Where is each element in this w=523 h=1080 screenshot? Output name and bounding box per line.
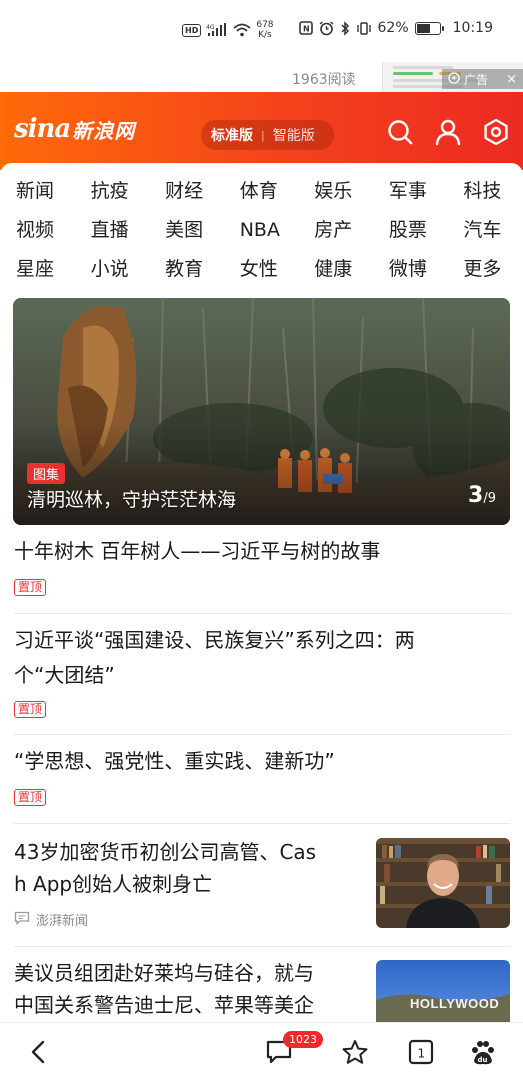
source-name: 澎湃新闻: [36, 914, 89, 929]
gallery-tag: 图集: [27, 463, 66, 484]
nfc-icon: N: [298, 21, 313, 35]
logo-chinese: 新浪网: [72, 118, 136, 143]
info-icon: [448, 71, 460, 87]
news-item-title-line2[interactable]: 中国关系警告迪士尼、苹果等美企: [14, 989, 314, 1021]
news-thumbnail-hollywood[interactable]: HOLLYWOOD: [376, 960, 510, 1022]
battery-percent: 62%: [377, 20, 409, 36]
category-nav: 新闻 抗疫 财经 体育 娱乐 军事 科技视频 直播 美图 NBA 房产 股票 汽车星座 小说 教育 女性 健康微…: [0, 163, 523, 293]
category-item[interactable]: NBA: [228, 217, 299, 243]
bottom-nav: 1023 1 du: [0, 1022, 523, 1080]
nfc-letter: N: [303, 25, 310, 34]
settings-icon[interactable]: [482, 118, 510, 146]
user-icon[interactable]: [434, 118, 462, 146]
hd-badge: HD: [182, 23, 202, 37]
category-item[interactable]: 新闻: [16, 178, 87, 204]
divider: [14, 823, 510, 824]
category-item[interactable]: 星座: [16, 256, 87, 282]
news-item-title-line2[interactable]: 个“大团结”: [14, 659, 115, 691]
ad-badge[interactable]: 广告 ×: [442, 69, 523, 89]
logo-latin: sina: [14, 114, 71, 144]
tab-count: 1: [418, 1047, 426, 1061]
divider: [14, 734, 510, 735]
battery-level-fill: [416, 23, 430, 33]
svg-text:4G: 4G: [206, 24, 215, 31]
category-item[interactable]: 军事: [369, 178, 440, 204]
ad-close-icon[interactable]: ×: [506, 72, 517, 87]
category-item[interactable]: 财经: [157, 178, 228, 204]
read-count: 1963阅读: [292, 72, 356, 88]
vibrate-icon: [356, 21, 372, 36]
comment-small-icon: [14, 911, 30, 929]
svg-text:du: du: [478, 1056, 488, 1064]
version-smart-option[interactable]: 智能版: [273, 125, 315, 145]
wifi-icon: [233, 23, 251, 37]
speed-value: 678: [256, 20, 274, 30]
category-grid: 新闻 抗疫 财经 体育 娱乐 军事 科技视频 直播 美图 NBA 房产 股票 汽车星座 小说 教育 女性 健康微…: [16, 178, 510, 282]
status-right-group: N 62% 10:19: [298, 20, 493, 36]
divider: [14, 946, 510, 947]
back-icon[interactable]: [28, 1039, 50, 1069]
news-source: 澎湃新闻: [14, 910, 88, 929]
category-item[interactable]: 女性: [228, 256, 299, 282]
news-item-title-line1[interactable]: 43岁加密货币初创公司高管、Cas: [14, 836, 316, 868]
hero-caption: 清明巡林，守护茫茫林海: [27, 489, 237, 511]
category-item[interactable]: 体育: [228, 178, 299, 204]
pinned-badge: 置顶: [14, 789, 47, 806]
search-icon[interactable]: [386, 118, 414, 146]
status-bar: HD 4G 4G 678 K/s N: [0, 0, 523, 62]
category-item[interactable]: 小说: [87, 256, 158, 282]
paw-icon[interactable]: du: [469, 1039, 497, 1071]
news-item-title-line1[interactable]: 美议员组团赴好莱坞与硅谷，就与: [14, 957, 314, 989]
tabs-icon[interactable]: 1: [407, 1039, 435, 1069]
app-header: sina 新浪网 标准版 | 智能版: [0, 92, 523, 170]
comment-count-badge: 1023: [283, 1031, 323, 1048]
category-item[interactable]: 房产: [298, 217, 369, 243]
category-item[interactable]: 视频: [16, 217, 87, 243]
news-thumbnail-portrait[interactable]: [376, 838, 510, 928]
category-item[interactable]: 汽车: [439, 217, 510, 243]
category-item[interactable]: 健康: [298, 256, 369, 282]
hero-gallery[interactable]: 图集 清明巡林，守护茫茫林海 3/9: [13, 298, 510, 525]
star-icon[interactable]: [341, 1039, 369, 1069]
page-current: 3: [468, 483, 484, 508]
news-item-title[interactable]: 十年树木 百年树人——习近平与树的故事: [14, 535, 380, 567]
battery-icon: [414, 21, 444, 35]
category-item[interactable]: 抗疫: [87, 178, 158, 204]
network-speed: 678 K/s: [256, 20, 273, 40]
hollywood-sign-text: HOLLYWOOD: [410, 996, 499, 1011]
category-item[interactable]: 直播: [87, 217, 158, 243]
category-item[interactable]: 更多: [439, 256, 510, 282]
speed-unit: K/s: [258, 30, 272, 40]
divider: [14, 613, 510, 614]
gallery-page-indicator: 3/9: [468, 483, 496, 508]
category-item[interactable]: 娱乐: [298, 178, 369, 204]
signal-icon: 4G: [206, 23, 228, 37]
category-item[interactable]: 科技: [439, 178, 510, 204]
news-item-title[interactable]: “学思想、强党性、重实践、建新功”: [14, 745, 335, 777]
category-item[interactable]: 美图: [157, 217, 228, 243]
pinned-badge: 置顶: [14, 701, 47, 718]
page-total: /9: [483, 491, 496, 506]
bluetooth-icon: [340, 20, 350, 36]
category-item[interactable]: 教育: [157, 256, 228, 282]
news-item-title-line1[interactable]: 习近平谈“强国建设、民族复兴”系列之四：两: [14, 624, 415, 656]
version-standard-option[interactable]: 标准版: [201, 125, 253, 145]
pinned-badge: 置顶: [14, 579, 47, 596]
alarm-icon: [319, 20, 334, 36]
version-separator: |: [261, 128, 265, 142]
news-item-title-line2[interactable]: h App创始人被刺身亡: [14, 868, 212, 900]
status-left-group: HD 4G 4G 678 K/s: [182, 20, 274, 40]
ad-label: 广告: [464, 72, 489, 87]
sina-logo[interactable]: sina 新浪网: [14, 114, 135, 144]
version-switch[interactable]: 标准版 | 智能版: [201, 120, 334, 150]
category-item[interactable]: 股票: [369, 217, 440, 243]
category-item[interactable]: 微博: [369, 256, 440, 282]
clock-time: 10:19: [452, 20, 493, 36]
